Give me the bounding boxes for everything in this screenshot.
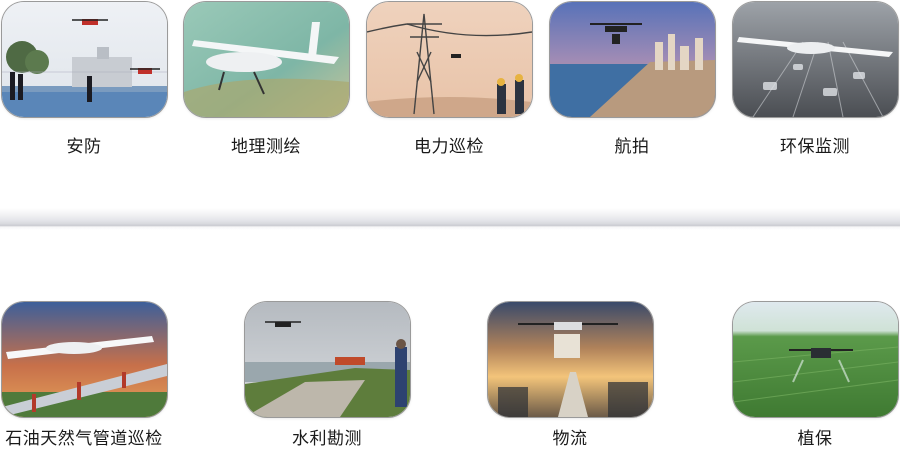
crop-protection-spraying-image <box>733 302 898 417</box>
power-line-inspection-image <box>367 2 532 117</box>
pipeline-inspection-image <box>2 302 167 417</box>
water-conservancy-survey-image <box>245 302 410 417</box>
fixed-wing-mapping-drone-image <box>184 2 349 117</box>
tile-aerial-photography[interactable] <box>550 2 715 117</box>
security-patrol-drone-image <box>2 2 167 117</box>
label-security: 安防 <box>66 137 102 157</box>
tile-pipeline-inspection[interactable] <box>2 302 167 417</box>
label-aerial-photography: 航拍 <box>614 137 650 157</box>
label-water-survey: 水利勘测 <box>292 429 362 449</box>
tile-crop-protection[interactable] <box>733 302 898 417</box>
tile-water-survey[interactable] <box>245 302 410 417</box>
tile-security[interactable] <box>2 2 167 117</box>
tile-environmental-monitoring[interactable] <box>733 2 898 117</box>
label-environmental-monitoring: 环保监测 <box>780 137 850 157</box>
label-power-inspection: 电力巡检 <box>414 137 484 157</box>
section-divider <box>0 208 900 230</box>
label-mapping: 地理测绘 <box>231 137 301 157</box>
label-logistics: 物流 <box>552 429 588 449</box>
tile-mapping[interactable] <box>184 2 349 117</box>
logistics-delivery-drone-image <box>488 302 653 417</box>
aerial-photography-city-image <box>550 2 715 117</box>
tile-power-inspection[interactable] <box>367 2 532 117</box>
environmental-monitoring-image <box>733 2 898 117</box>
label-pipeline-inspection: 石油天然气管道巡检 <box>5 429 163 449</box>
label-crop-protection: 植保 <box>797 429 833 449</box>
tile-logistics[interactable] <box>488 302 653 417</box>
